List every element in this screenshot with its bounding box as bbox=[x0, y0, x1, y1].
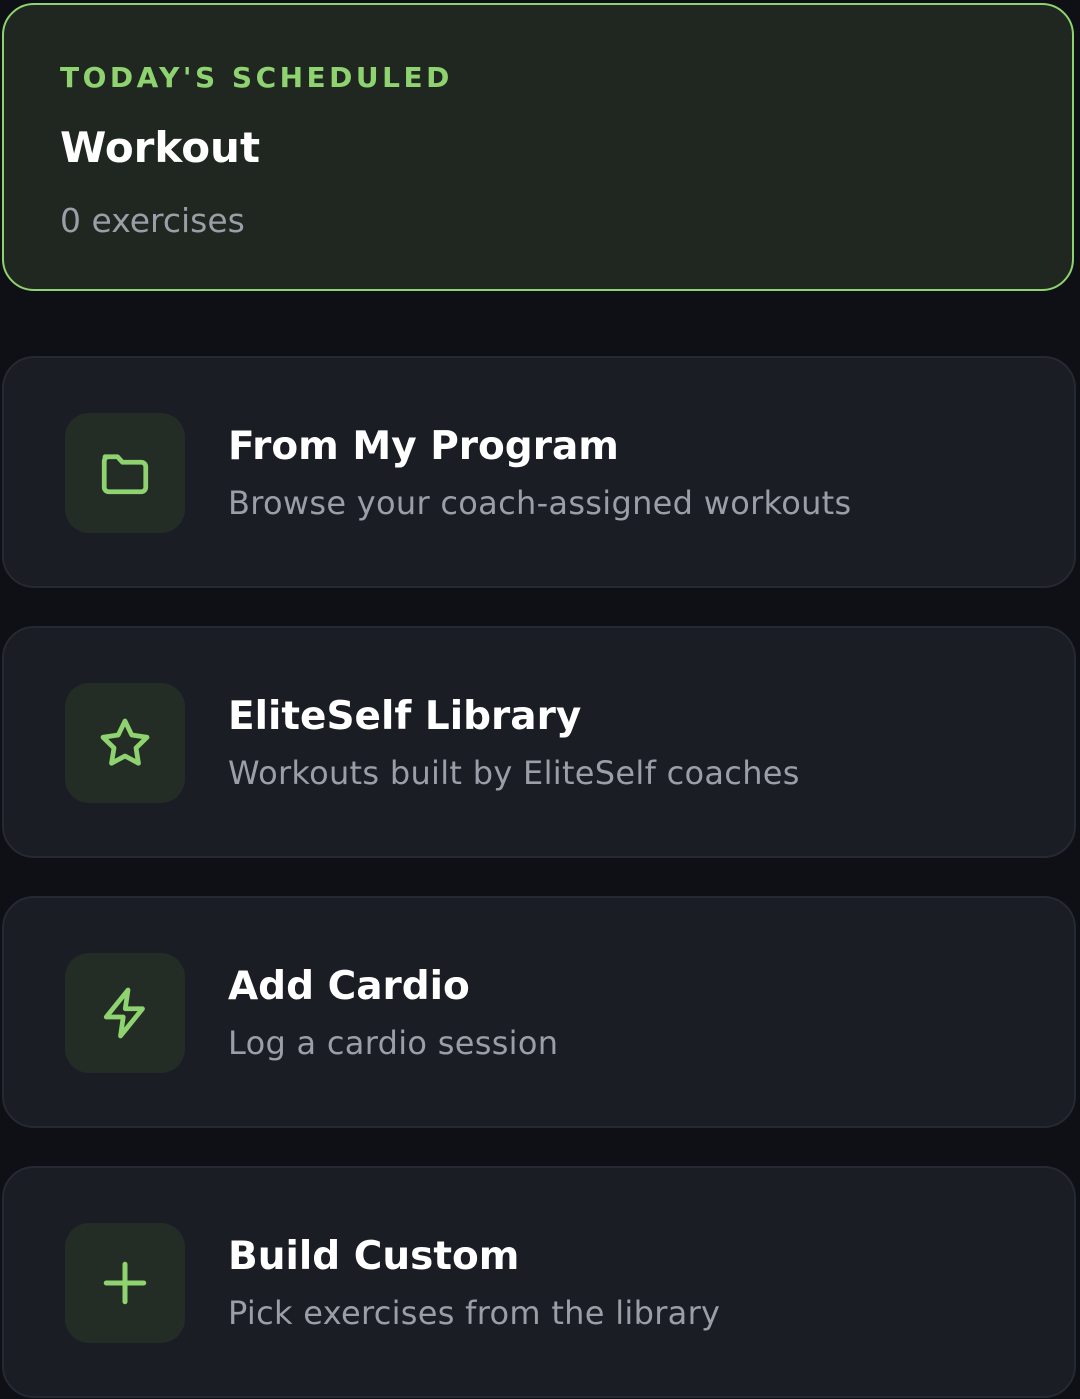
option-title: Add Cardio bbox=[228, 964, 470, 1009]
option-title: Build Custom bbox=[228, 1234, 520, 1279]
option-subtitle: Pick exercises from the library bbox=[228, 1294, 721, 1332]
option-subtitle: Browse your coach-assigned workouts bbox=[228, 484, 852, 522]
star-icon bbox=[65, 683, 185, 803]
from-my-program-option[interactable]: From My Program Browse your coach-assign… bbox=[2, 356, 1076, 588]
lightning-icon bbox=[65, 953, 185, 1073]
scheduled-workout-title: Workout bbox=[60, 123, 261, 172]
folder-icon bbox=[65, 413, 185, 533]
todays-scheduled-workout-card[interactable]: TODAY'S SCHEDULED Workout 0 exercises bbox=[2, 3, 1074, 291]
option-title: From My Program bbox=[228, 424, 619, 469]
add-cardio-option[interactable]: Add Cardio Log a cardio session bbox=[2, 896, 1076, 1128]
eliteself-library-option[interactable]: EliteSelf Library Workouts built by Elit… bbox=[2, 626, 1076, 858]
option-subtitle: Log a cardio session bbox=[228, 1024, 559, 1062]
build-custom-option[interactable]: Build Custom Pick exercises from the lib… bbox=[2, 1166, 1076, 1398]
option-title: EliteSelf Library bbox=[228, 694, 582, 739]
plus-icon bbox=[65, 1223, 185, 1343]
option-subtitle: Workouts built by EliteSelf coaches bbox=[228, 754, 800, 792]
scheduled-eyebrow-label: TODAY'S SCHEDULED bbox=[60, 61, 453, 94]
scheduled-exercise-count: 0 exercises bbox=[60, 201, 245, 240]
